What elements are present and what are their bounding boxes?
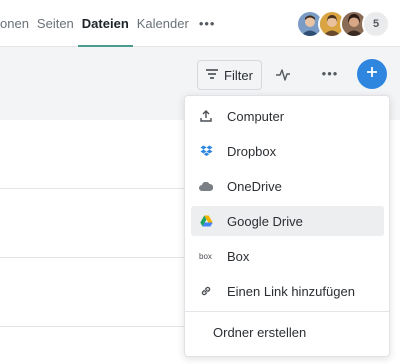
tab-partial[interactable]: onen — [0, 0, 33, 46]
row-divider — [0, 257, 200, 258]
menu-item-dropbox[interactable]: Dropbox — [191, 136, 384, 166]
menu-divider — [185, 311, 389, 312]
svg-text:box: box — [199, 252, 212, 260]
member-avatars[interactable]: 5 — [296, 10, 390, 38]
dropbox-icon — [199, 144, 213, 158]
more-options-button[interactable]: ••• — [318, 64, 342, 84]
tabs-more-button[interactable]: ••• — [193, 16, 222, 31]
tab-kalender[interactable]: Kalender — [133, 0, 193, 46]
plus-icon — [366, 65, 378, 83]
row-divider — [0, 188, 200, 189]
link-icon — [199, 284, 213, 298]
menu-item-box[interactable]: box Box — [191, 241, 384, 271]
menu-item-create-folder[interactable]: Ordner erstellen — [191, 317, 384, 347]
tab-dateien[interactable]: Dateien — [77, 0, 133, 47]
box-icon: box — [199, 249, 213, 263]
top-bar: onen Seiten Dateien Kalender ••• 5 — [0, 0, 400, 47]
cloud-icon — [199, 179, 213, 193]
upload-icon — [199, 109, 213, 123]
activity-button[interactable] — [275, 66, 295, 84]
add-file-menu: Computer Dropbox OneDrive Google Drive b… — [184, 95, 390, 357]
tab-bar: onen Seiten Dateien Kalender ••• — [0, 0, 222, 47]
filter-button[interactable]: Filter — [197, 60, 262, 90]
tab-seiten[interactable]: Seiten — [33, 0, 78, 46]
activity-icon — [275, 69, 295, 88]
add-button[interactable] — [357, 59, 387, 89]
menu-item-google-drive[interactable]: Google Drive — [191, 206, 384, 236]
menu-item-onedrive[interactable]: OneDrive — [191, 171, 384, 201]
filter-icon — [206, 66, 219, 84]
menu-item-computer[interactable]: Computer — [191, 101, 384, 131]
google-drive-icon — [199, 214, 213, 228]
menu-item-link[interactable]: Einen Link hinzufügen — [191, 276, 384, 306]
row-divider — [0, 326, 200, 327]
member-count-badge: 5 — [362, 10, 390, 38]
filter-label: Filter — [224, 67, 253, 83]
